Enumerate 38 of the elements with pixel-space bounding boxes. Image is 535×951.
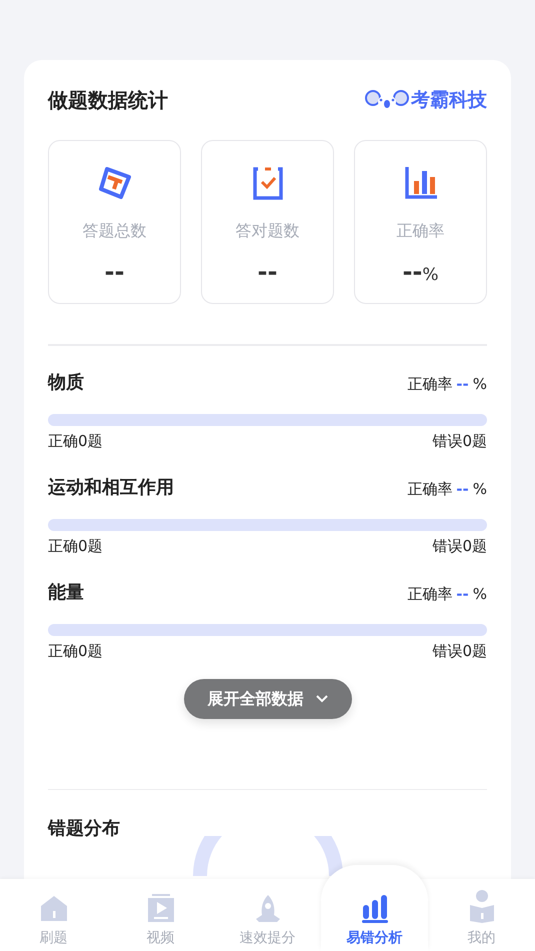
stat-unit: %: [422, 265, 439, 285]
stat-label: 答题总数: [82, 221, 146, 242]
rate-label: 正确率: [407, 480, 452, 499]
home-icon: [38, 893, 68, 923]
tab-item[interactable]: 我的: [428, 879, 535, 951]
rate-label: 正确率: [407, 375, 452, 394]
rate-value: --: [456, 480, 469, 499]
correct-count: 正确0题: [48, 642, 103, 661]
tab-item[interactable]: 速效提分: [214, 879, 321, 951]
bar-chart-icon: [360, 893, 390, 923]
video-icon: [146, 893, 176, 923]
tab-item[interactable]: 刷题: [0, 879, 107, 951]
stat-value: --: [104, 258, 124, 286]
wrong-count: 错误0题: [432, 642, 487, 661]
rate-value: --: [456, 375, 469, 394]
tab-item[interactable]: 视频: [107, 879, 214, 951]
expand-button[interactable]: 展开全部数据: [184, 679, 352, 719]
tab-item[interactable]: 易错分析: [321, 865, 428, 951]
rate-unit: %: [472, 375, 487, 394]
rate-label: 正确率: [407, 585, 452, 604]
subject-name: 物质: [48, 371, 84, 394]
stat-value: --: [258, 258, 278, 286]
section-title: 做题数据统计: [48, 86, 168, 114]
stat-label: 正确率: [396, 221, 444, 242]
chevron-down-icon: [316, 695, 328, 703]
stat-label: 答对题数: [236, 221, 300, 242]
section-title: 错题分布: [48, 817, 121, 840]
wrong-count: 错误0题: [432, 432, 487, 451]
correct-count: 正确0题: [48, 537, 103, 556]
correct-count: 正确0题: [48, 432, 103, 451]
rate-unit: %: [472, 480, 487, 499]
subject-name: 能量: [48, 581, 84, 604]
wrong-count: 错误0题: [432, 537, 487, 556]
rate-unit: %: [472, 585, 487, 604]
rate-value: --: [456, 585, 469, 604]
subject-name: 运动和相互作用: [48, 476, 174, 499]
brand-name: 考霸科技: [411, 88, 487, 113]
stat-value: --: [402, 258, 422, 286]
